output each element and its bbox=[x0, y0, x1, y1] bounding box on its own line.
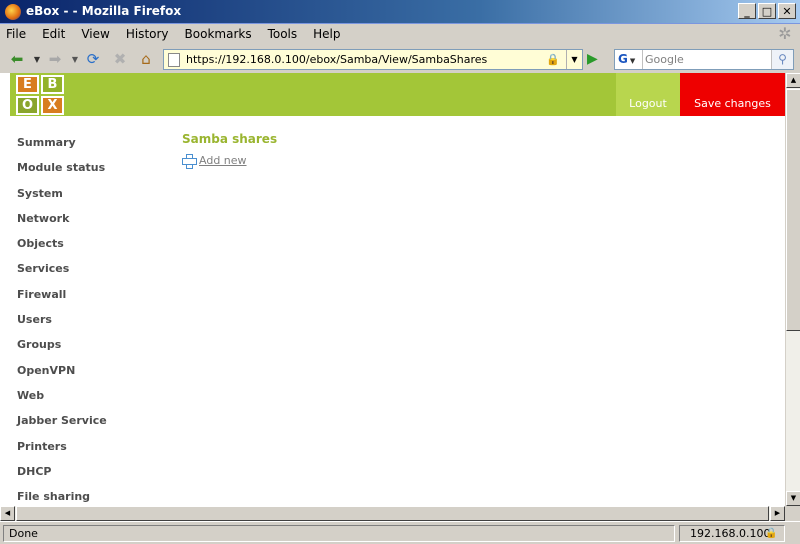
add-new-link[interactable]: Add new bbox=[182, 154, 247, 169]
scroll-left-icon[interactable]: ◀ bbox=[0, 506, 15, 521]
menu-bar: File Edit View History Bookmarks Tools H… bbox=[0, 24, 800, 44]
add-new-label[interactable]: Add new bbox=[199, 154, 247, 167]
forward-arrow-icon[interactable]: ➡ bbox=[46, 50, 64, 68]
status-bar: Done 192.168.0.100 🔒 bbox=[0, 521, 800, 544]
sidebar-item-web[interactable]: Web bbox=[17, 388, 107, 413]
secure-lock-icon[interactable]: 🔒 bbox=[765, 528, 777, 539]
status-text: Done bbox=[3, 525, 675, 542]
lock-icon[interactable]: 🔒 bbox=[546, 53, 560, 66]
sidebar-item-users[interactable]: Users bbox=[17, 312, 107, 337]
menu-tools[interactable]: Tools bbox=[268, 27, 298, 41]
search-icon[interactable]: ⚲ bbox=[771, 50, 793, 69]
search-box: G▼ ⚲ bbox=[614, 49, 794, 70]
scroll-right-icon[interactable]: ▶ bbox=[770, 506, 785, 521]
sidebar-item-dhcp[interactable]: DHCP bbox=[17, 464, 107, 489]
sidebar-item-network[interactable]: Network bbox=[17, 211, 107, 236]
ebox-header: E B O X Logout Save changes bbox=[10, 73, 785, 116]
window-title-bar[interactable]: eBox - - Mozilla Firefox _ □ ✕ bbox=[0, 0, 800, 24]
menu-view[interactable]: View bbox=[81, 27, 109, 41]
forward-dropdown-icon[interactable]: ▼ bbox=[66, 50, 84, 68]
scroll-up-icon[interactable]: ▲ bbox=[786, 73, 800, 88]
scroll-down-icon[interactable]: ▼ bbox=[786, 491, 800, 506]
vertical-scrollbar[interactable]: ▲ ▼ bbox=[785, 73, 800, 506]
sidebar-item-groups[interactable]: Groups bbox=[17, 337, 107, 362]
url-text[interactable]: https://192.168.0.100/ebox/Samba/View/Sa… bbox=[186, 53, 487, 66]
sidebar-item-objects[interactable]: Objects bbox=[17, 236, 107, 261]
sidebar-menu: Summary Module status System Network Obj… bbox=[17, 135, 107, 506]
search-input[interactable] bbox=[645, 51, 769, 68]
menu-bookmarks[interactable]: Bookmarks bbox=[185, 27, 252, 41]
google-icon: G bbox=[618, 52, 628, 66]
stop-icon[interactable]: ✖ bbox=[111, 50, 129, 68]
sidebar-item-file-sharing[interactable]: File sharing bbox=[17, 489, 107, 506]
url-history-dropdown-icon[interactable]: ▼ bbox=[566, 50, 582, 69]
menu-file[interactable]: File bbox=[6, 27, 26, 41]
logo-tile: E bbox=[16, 75, 39, 94]
sidebar-item-summary[interactable]: Summary bbox=[17, 135, 107, 160]
logo-tile: X bbox=[41, 96, 64, 115]
sidebar-item-services[interactable]: Services bbox=[17, 261, 107, 286]
close-button[interactable]: ✕ bbox=[778, 3, 796, 19]
page-content: E B O X Logout Save changes Summary Modu… bbox=[0, 73, 785, 506]
add-icon[interactable] bbox=[182, 154, 197, 169]
scrollbar-corner bbox=[785, 506, 800, 521]
sidebar-item-system[interactable]: System bbox=[17, 186, 107, 211]
menu-history[interactable]: History bbox=[126, 27, 169, 41]
menu-help[interactable]: Help bbox=[313, 27, 340, 41]
horizontal-scrollbar[interactable]: ◀ ▶ bbox=[0, 506, 785, 521]
go-icon[interactable]: ▶ bbox=[587, 51, 598, 67]
back-dropdown-icon[interactable]: ▼ bbox=[28, 50, 46, 68]
home-icon[interactable]: ⌂ bbox=[137, 50, 155, 68]
horizontal-scroll-thumb[interactable] bbox=[16, 506, 769, 521]
ebox-logo[interactable]: E B O X bbox=[16, 75, 64, 115]
menu-edit[interactable]: Edit bbox=[42, 27, 65, 41]
window-controls: _ □ ✕ bbox=[738, 3, 796, 19]
minimize-button[interactable]: _ bbox=[738, 3, 756, 19]
maximize-button[interactable]: □ bbox=[758, 3, 776, 19]
sidebar-item-jabber-service[interactable]: Jabber Service bbox=[17, 413, 107, 438]
window-title: eBox - - Mozilla Firefox bbox=[26, 4, 182, 18]
reload-icon[interactable]: ⟳ bbox=[84, 50, 102, 68]
logo-tile: B bbox=[41, 75, 64, 94]
sidebar-item-firewall[interactable]: Firewall bbox=[17, 287, 107, 312]
sidebar-item-printers[interactable]: Printers bbox=[17, 439, 107, 464]
sidebar-item-openvpn[interactable]: OpenVPN bbox=[17, 363, 107, 388]
address-bar[interactable]: https://192.168.0.100/ebox/Samba/View/Sa… bbox=[163, 49, 583, 70]
firefox-icon bbox=[5, 4, 21, 20]
page-title: Samba shares bbox=[182, 132, 278, 146]
engine-dropdown-icon: ▼ bbox=[629, 57, 636, 65]
logo-tile: O bbox=[16, 96, 39, 115]
back-arrow-icon[interactable]: ⬅ bbox=[8, 50, 26, 68]
sidebar-item-module-status[interactable]: Module status bbox=[17, 160, 107, 185]
throbber-icon: ✲ bbox=[778, 24, 792, 43]
logout-button[interactable]: Logout bbox=[616, 73, 680, 116]
save-changes-button[interactable]: Save changes bbox=[680, 73, 785, 116]
search-engine-selector[interactable]: G ▼ bbox=[615, 50, 643, 69]
page-favicon-icon bbox=[168, 53, 180, 67]
vertical-scroll-thumb[interactable] bbox=[786, 89, 800, 331]
